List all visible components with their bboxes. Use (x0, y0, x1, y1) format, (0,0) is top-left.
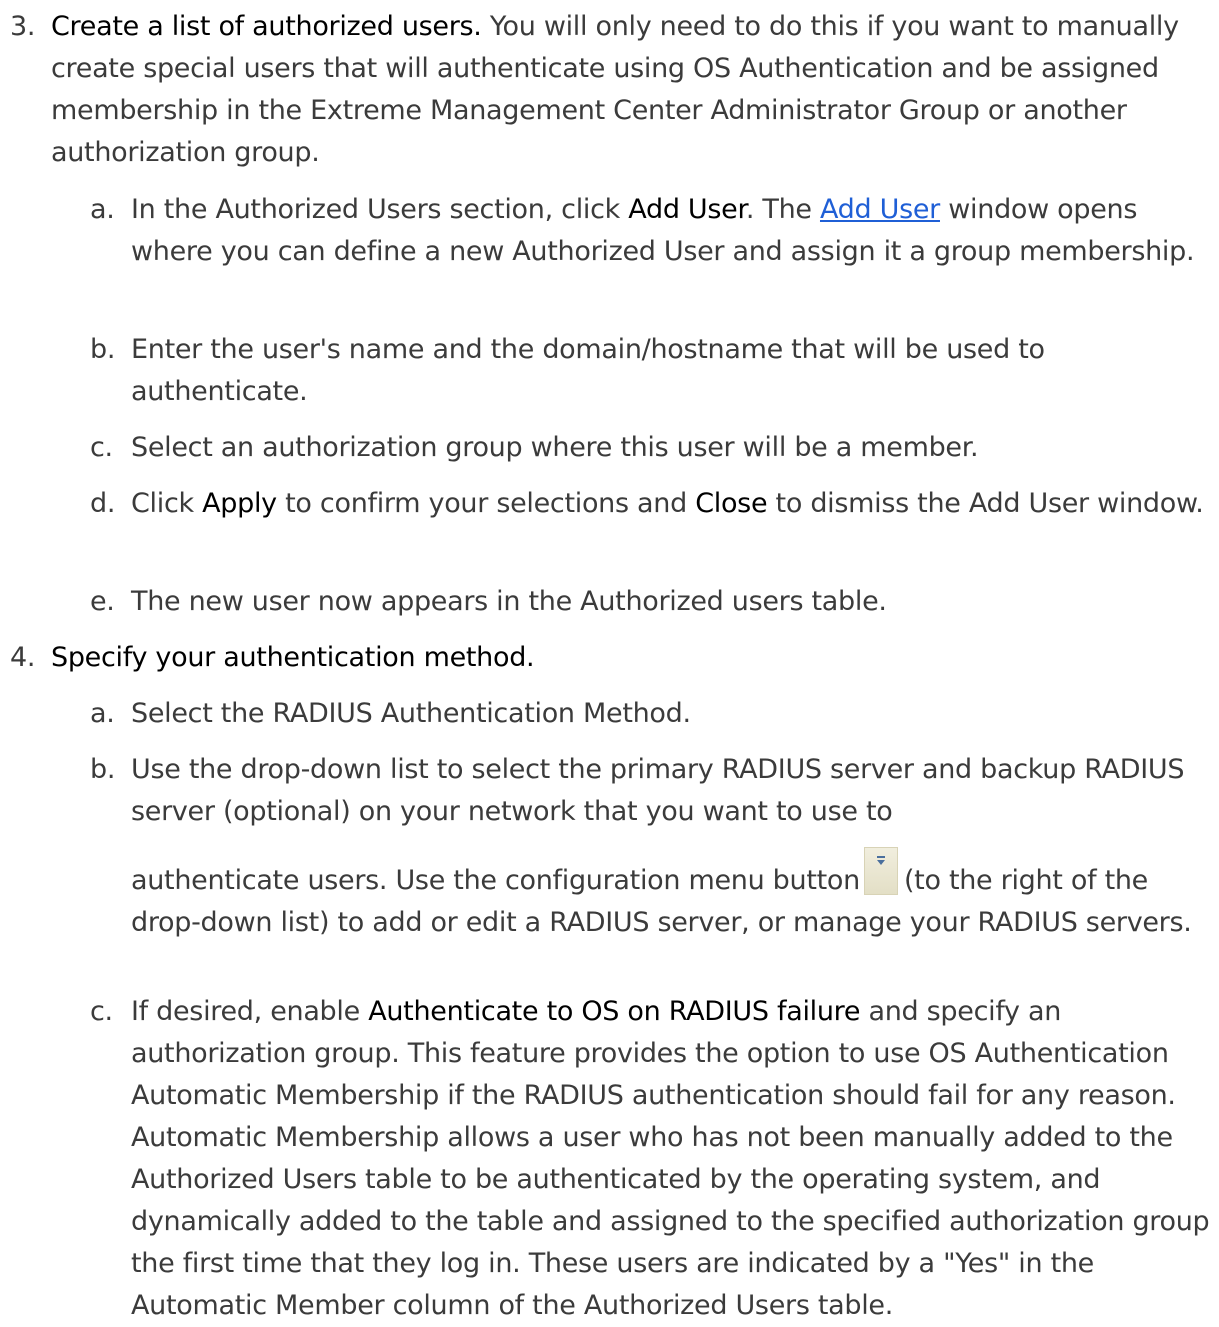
step-number: 4. (10, 642, 36, 673)
item-text-part: and specify an authorization group. This… (131, 996, 1210, 1321)
item-letter: a. (90, 194, 115, 225)
item-text-part: If desired, enable (131, 996, 369, 1027)
item-letter: b. (90, 334, 116, 365)
close-label: Close (695, 488, 768, 519)
item-text: Select an authorization group where this… (131, 432, 979, 463)
step-number: 3. (10, 11, 36, 42)
item-text: Select the RADIUS Authentication Method. (131, 698, 691, 729)
item-text-part: Use the drop-down list to select the pri… (131, 754, 1185, 827)
item-text-part: authenticate users. Use the configuratio… (131, 865, 860, 896)
item-text: Enter the user's name and the domain/hos… (131, 334, 1045, 407)
step-3-text: Create a list of authorized users. You w… (51, 6, 1201, 174)
item-text: Use the drop-down list to select the pri… (131, 749, 1217, 944)
configuration-menu-icon (863, 847, 898, 895)
item-letter: c. (90, 432, 113, 463)
help-document: 3. Create a list of authorized users. Yo… (0, 0, 1219, 1321)
item-text-part: Click (131, 488, 203, 519)
item-text-part: to dismiss the Add User window. (767, 488, 1204, 519)
apply-label: Apply (202, 488, 277, 519)
item-letter: a. (90, 698, 115, 729)
add-user-link[interactable]: Add User (820, 194, 940, 225)
item-letter: d. (90, 488, 116, 519)
item-text: In the Authorized Users section, click A… (131, 189, 1217, 273)
item-letter: c. (90, 996, 113, 1027)
item-text-part: In the Authorized Users section, click (131, 194, 629, 225)
item-text-continued: authenticate users. Use the configuratio… (131, 847, 1217, 944)
item-letter: e. (90, 586, 115, 617)
item-text-part: . The (745, 194, 820, 225)
step-title: Specify your authentication method. (51, 642, 535, 673)
step-title: Create a list of authorized users. (51, 11, 482, 42)
item-letter: b. (90, 754, 116, 785)
item-text-part: to confirm your selections and (276, 488, 696, 519)
add-user-label: Add User (628, 194, 746, 225)
item-text: The new user now appears in the Authoriz… (131, 586, 887, 617)
item-text: Click Apply to confirm your selections a… (131, 483, 1217, 525)
item-text: If desired, enable Authenticate to OS on… (131, 991, 1217, 1327)
authenticate-to-os-label: Authenticate to OS on RADIUS failure (368, 996, 861, 1027)
